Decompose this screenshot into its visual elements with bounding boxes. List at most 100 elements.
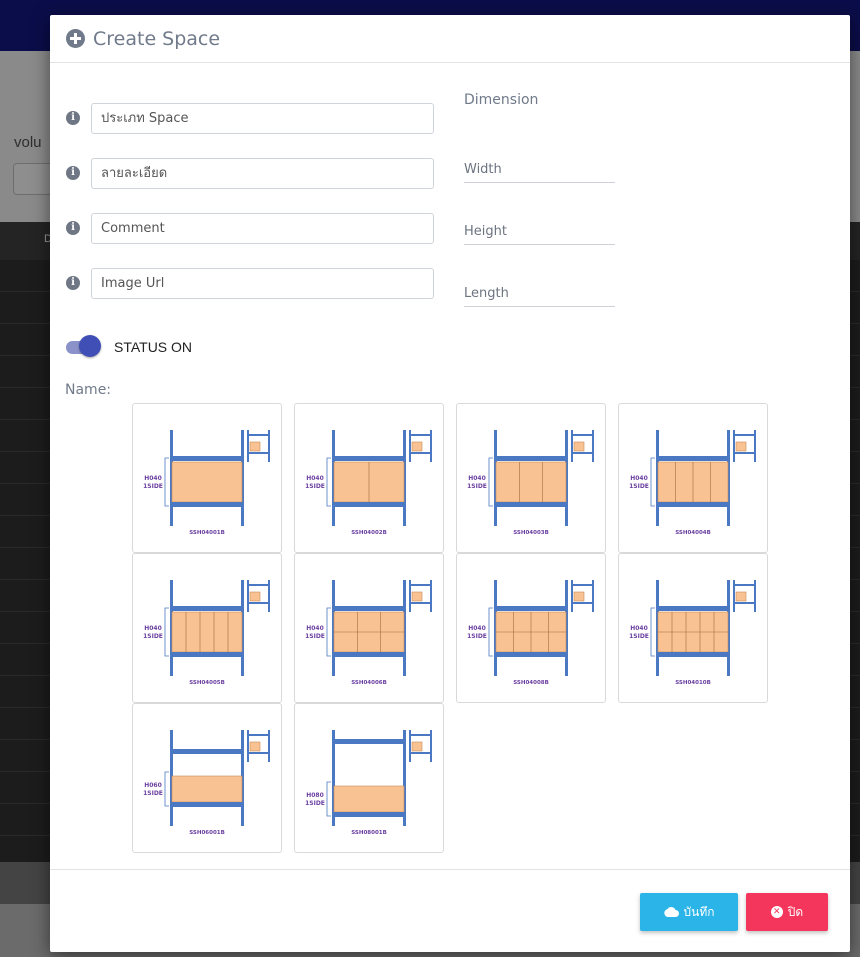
rack-beam (334, 456, 404, 461)
rack-bracket (650, 607, 655, 657)
side-tag: 1SIDE (143, 483, 163, 490)
detail-input[interactable] (91, 158, 434, 189)
tile-code: SSH08001B (351, 830, 387, 836)
side-tag: 1SIDE (629, 633, 649, 640)
height-tag: H040 (630, 625, 648, 632)
rack-beam (496, 502, 566, 507)
side-beam (247, 584, 270, 586)
space-image-tile[interactable]: H040 1SIDE SSH04005B (132, 553, 282, 703)
space-image-tile[interactable]: H040 1SIDE SSH04008B (456, 553, 606, 703)
rack-bracket (326, 781, 331, 817)
rack-beam (334, 606, 404, 611)
rack-beam (172, 749, 242, 754)
save-button-label: บันทึก (683, 904, 715, 919)
space-image-tile[interactable]: H040 1SIDE SSH04006B (294, 553, 444, 703)
side-beam (733, 602, 756, 604)
height-tag: H040 (144, 475, 162, 482)
side-box (249, 741, 261, 752)
rack-beam (172, 502, 242, 507)
rack-bracket (488, 457, 493, 507)
image-url-input[interactable] (91, 268, 434, 299)
rack-beam (172, 652, 242, 657)
tile-code: SSH04003B (513, 530, 549, 536)
side-beam (409, 452, 432, 454)
side-tag: 1SIDE (143, 633, 163, 640)
side-box (573, 591, 585, 602)
rack-beam (172, 802, 242, 807)
rack-beam (658, 456, 728, 461)
tile-code: SSH06001B (189, 830, 225, 836)
save-button[interactable]: บันทึก (640, 893, 738, 931)
rack-beam (172, 606, 242, 611)
rack-bracket (164, 457, 169, 507)
rack-diagram: H0401SIDE SSH04005B (143, 580, 270, 686)
box-area (333, 785, 405, 813)
side-tag: 1SIDE (305, 800, 325, 807)
tile-code: SSH04004B (675, 530, 711, 536)
rack-bracket (326, 607, 331, 657)
rack-beam (658, 606, 728, 611)
length-input[interactable] (464, 281, 615, 307)
comment-input[interactable] (91, 213, 434, 244)
height-tag: H040 (144, 625, 162, 632)
side-beam (409, 752, 432, 754)
height-tag: H040 (468, 625, 486, 632)
side-tag: 1SIDE (143, 790, 163, 797)
toggle-knob (79, 335, 101, 357)
tile-code: SSH04002B (351, 530, 387, 536)
rack-diagram: H0401SIDE SSH04002B (305, 430, 432, 536)
cloud-icon (663, 907, 679, 917)
dimension-title: Dimension (464, 92, 539, 108)
modal-header: Create Space (50, 15, 850, 63)
rack-bracket (164, 607, 169, 657)
side-beam (571, 434, 594, 436)
space-image-tile[interactable]: H040 1SIDE SSH04010B (618, 553, 768, 703)
rack-diagram: H0401SIDE SSH04008B (467, 580, 594, 686)
height-input[interactable] (464, 219, 615, 245)
space-image-tile[interactable]: H040 1SIDE SSH04001B (132, 403, 282, 553)
rack-diagram: H0601SIDE SSH06001B (143, 730, 270, 836)
status-label: STATUS ON (114, 339, 193, 355)
info-icon: i (66, 166, 80, 180)
side-beam (247, 452, 270, 454)
side-box (735, 441, 747, 452)
rack-bracket (488, 607, 493, 657)
space-type-input[interactable] (91, 103, 434, 134)
rack-bracket (164, 771, 169, 807)
width-input[interactable] (464, 157, 615, 183)
rack-bracket (326, 457, 331, 507)
rack-beam (334, 502, 404, 507)
height-tag: H040 (306, 625, 324, 632)
side-beam (409, 602, 432, 604)
side-box (411, 591, 423, 602)
rack-diagram: H0401SIDE SSH04004B (629, 430, 756, 536)
close-button[interactable]: ✕ ปิด (746, 893, 828, 931)
space-image-tile[interactable]: H040 1SIDE SSH04002B (294, 403, 444, 553)
box-area (171, 461, 243, 503)
rack-beam (496, 456, 566, 461)
side-box (573, 441, 585, 452)
close-circle-icon: ✕ (770, 906, 783, 918)
side-tag: 1SIDE (629, 483, 649, 490)
rack-diagram: H0401SIDE SSH04003B (467, 430, 594, 536)
space-image-tile[interactable]: H040 1SIDE SSH04004B (618, 403, 768, 553)
info-icon: i (66, 221, 80, 235)
side-box (411, 741, 423, 752)
rack-beam (334, 652, 404, 657)
side-box (411, 441, 423, 452)
rack-diagram: H0401SIDE SSH04006B (305, 580, 432, 686)
side-beam (733, 584, 756, 586)
side-beam (571, 602, 594, 604)
side-tag: 1SIDE (305, 633, 325, 640)
side-beam (409, 734, 432, 736)
height-tag: H060 (144, 782, 162, 789)
rack-beam (658, 502, 728, 507)
rack-beam (334, 739, 404, 744)
tile-code: SSH04001B (189, 530, 225, 536)
space-image-tile[interactable]: H060 1SIDE SSH06001B (132, 703, 282, 853)
status-toggle[interactable] (66, 335, 101, 359)
space-image-tile[interactable]: H080 1SIDE SSH08001B (294, 703, 444, 853)
space-image-tile[interactable]: H040 1SIDE SSH04003B (456, 403, 606, 553)
info-icon: i (66, 276, 80, 290)
space-image-grid: H040 1SIDE SSH04001B H040 1SIDE SSH04002B H040… (132, 403, 772, 853)
